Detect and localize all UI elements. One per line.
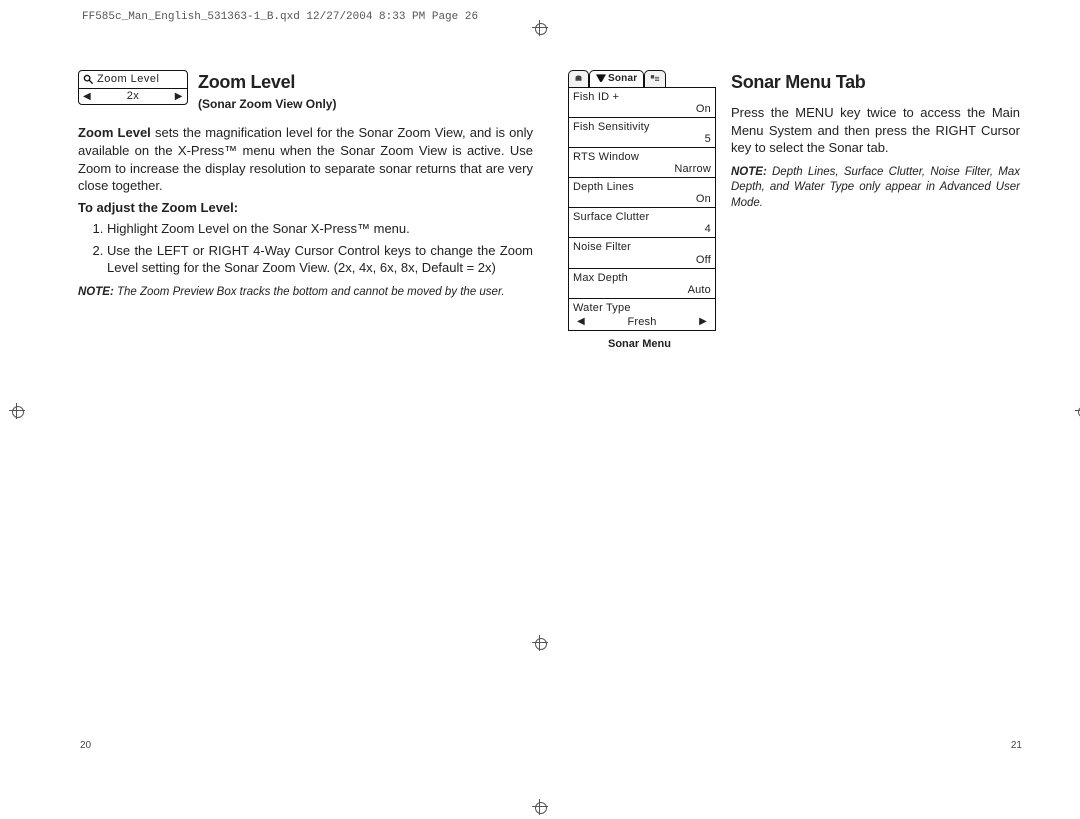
zoom-level-heading-block: Zoom Level (Sonar Zoom View Only) <box>198 70 336 120</box>
file-header: FF585c_Man_English_531363-1_B.qxd 12/27/… <box>82 10 478 25</box>
sonar-row-value: On <box>573 103 711 115</box>
sonar-last-value-row: ◀ Fresh ▶ <box>573 314 711 330</box>
sonar-row-label: Water Type <box>573 302 711 314</box>
sonar-row-value: 5 <box>573 133 711 145</box>
sonar-row-last: Water Type ◀ Fresh ▶ <box>569 299 715 330</box>
sonar-row-label: Surface Clutter <box>573 211 711 223</box>
page-number-right: 21 <box>1011 739 1022 753</box>
zoom-level-widget: Zoom Level ◀ 2x ▶ <box>78 70 188 105</box>
left-arrow-icon: ◀ <box>83 92 91 102</box>
zoom-level-widget-value-row: ◀ 2x ▶ <box>79 89 187 104</box>
note-body: The Zoom Preview Box tracks the bottom a… <box>114 286 505 298</box>
adjust-step: Highlight Zoom Level on the Sonar X-Pres… <box>107 220 533 238</box>
sonar-tab-setup <box>644 70 666 87</box>
sonar-section-title: Sonar Menu Tab <box>731 70 1020 94</box>
sonar-menu-body: Fish ID +On Fish Sensitivity5 RTS Window… <box>568 87 716 332</box>
zoom-level-widget-title: Zoom Level <box>97 74 159 85</box>
left-arrow-icon: ◀ <box>577 316 585 327</box>
right-arrow-icon: ▶ <box>175 92 183 102</box>
sonar-row: RTS WindowNarrow <box>569 148 715 178</box>
sonar-tab-label: Sonar <box>608 72 637 86</box>
sonar-menu-widget: Sonar Fish ID +On Fish Sensitivity5 RTS … <box>568 70 716 331</box>
magnify-icon <box>83 74 94 85</box>
setup-icon <box>650 74 660 83</box>
sonar-row-label: Depth Lines <box>573 181 711 193</box>
left-column: Zoom Level ◀ 2x ▶ Zoom Level (Sonar Zoom… <box>78 70 533 356</box>
adjust-step: Use the LEFT or RIGHT 4-Way Cursor Contr… <box>107 242 533 277</box>
sonar-tab-alarm <box>568 70 589 87</box>
zoom-level-widget-title-row: Zoom Level <box>79 71 187 89</box>
sonar-row: Fish ID +On <box>569 88 715 118</box>
sonar-row-label: Fish ID + <box>573 91 711 103</box>
note-body: Depth Lines, Surface Clutter, Noise Filt… <box>731 166 1020 209</box>
note-label: NOTE: <box>731 166 767 178</box>
sonar-row: Depth LinesOn <box>569 178 715 208</box>
sonar-row: Noise FilterOff <box>569 238 715 268</box>
sonar-row: Fish Sensitivity5 <box>569 118 715 148</box>
sonar-menu-figure: Sonar Fish ID +On Fish Sensitivity5 RTS … <box>568 70 716 352</box>
alarm-icon <box>574 74 583 83</box>
content: Zoom Level ◀ 2x ▶ Zoom Level (Sonar Zoom… <box>78 70 1020 356</box>
adjust-steps: Highlight Zoom Level on the Sonar X-Pres… <box>93 220 533 277</box>
zoom-level-value: 2x <box>127 91 140 102</box>
zoom-level-description: Zoom Level sets the magnification level … <box>78 124 533 194</box>
sonar-last-value: Fresh <box>627 316 656 328</box>
sonar-row-label: Max Depth <box>573 272 711 284</box>
sonar-menu-tabs: Sonar <box>568 70 716 87</box>
sonar-row-value: Auto <box>573 284 711 296</box>
sonar-icon <box>596 74 606 83</box>
right-column: Sonar Fish ID +On Fish Sensitivity5 RTS … <box>558 70 1020 356</box>
sonar-row-value: On <box>573 193 711 205</box>
sonar-menu-caption: Sonar Menu <box>608 337 716 352</box>
zoom-level-title: Zoom Level <box>198 70 336 94</box>
sonar-tab-sonar: Sonar <box>589 70 644 87</box>
zoom-note: NOTE: The Zoom Preview Box tracks the bo… <box>78 285 533 301</box>
adjust-heading: To adjust the Zoom Level: <box>78 199 533 217</box>
sonar-row-value: Off <box>573 254 711 266</box>
zoom-level-header-row: Zoom Level ◀ 2x ▶ Zoom Level (Sonar Zoom… <box>78 70 533 120</box>
sonar-row-label: Fish Sensitivity <box>573 121 711 133</box>
sonar-row: Max DepthAuto <box>569 269 715 299</box>
sonar-header-row: Sonar Fish ID +On Fish Sensitivity5 RTS … <box>568 70 1020 352</box>
sonar-note: NOTE: Depth Lines, Surface Clutter, Nois… <box>731 165 1020 212</box>
note-label: NOTE: <box>78 286 114 298</box>
sonar-row-value: 4 <box>573 223 711 235</box>
sonar-row-label: Noise Filter <box>573 241 711 253</box>
sonar-row-value: Narrow <box>573 163 711 175</box>
zoom-level-lead-bold: Zoom Level <box>78 125 151 140</box>
page: FF585c_Man_English_531363-1_B.qxd 12/27/… <box>0 0 1080 819</box>
sonar-section-body: Press the MENU key twice to access the M… <box>731 104 1020 157</box>
page-number-left: 20 <box>80 739 91 753</box>
sonar-text-block: Sonar Menu Tab Press the MENU key twice … <box>731 70 1020 215</box>
right-arrow-icon: ▶ <box>699 316 707 327</box>
sonar-row-label: RTS Window <box>573 151 711 163</box>
zoom-level-subtitle: (Sonar Zoom View Only) <box>198 96 336 112</box>
sonar-row: Surface Clutter4 <box>569 208 715 238</box>
